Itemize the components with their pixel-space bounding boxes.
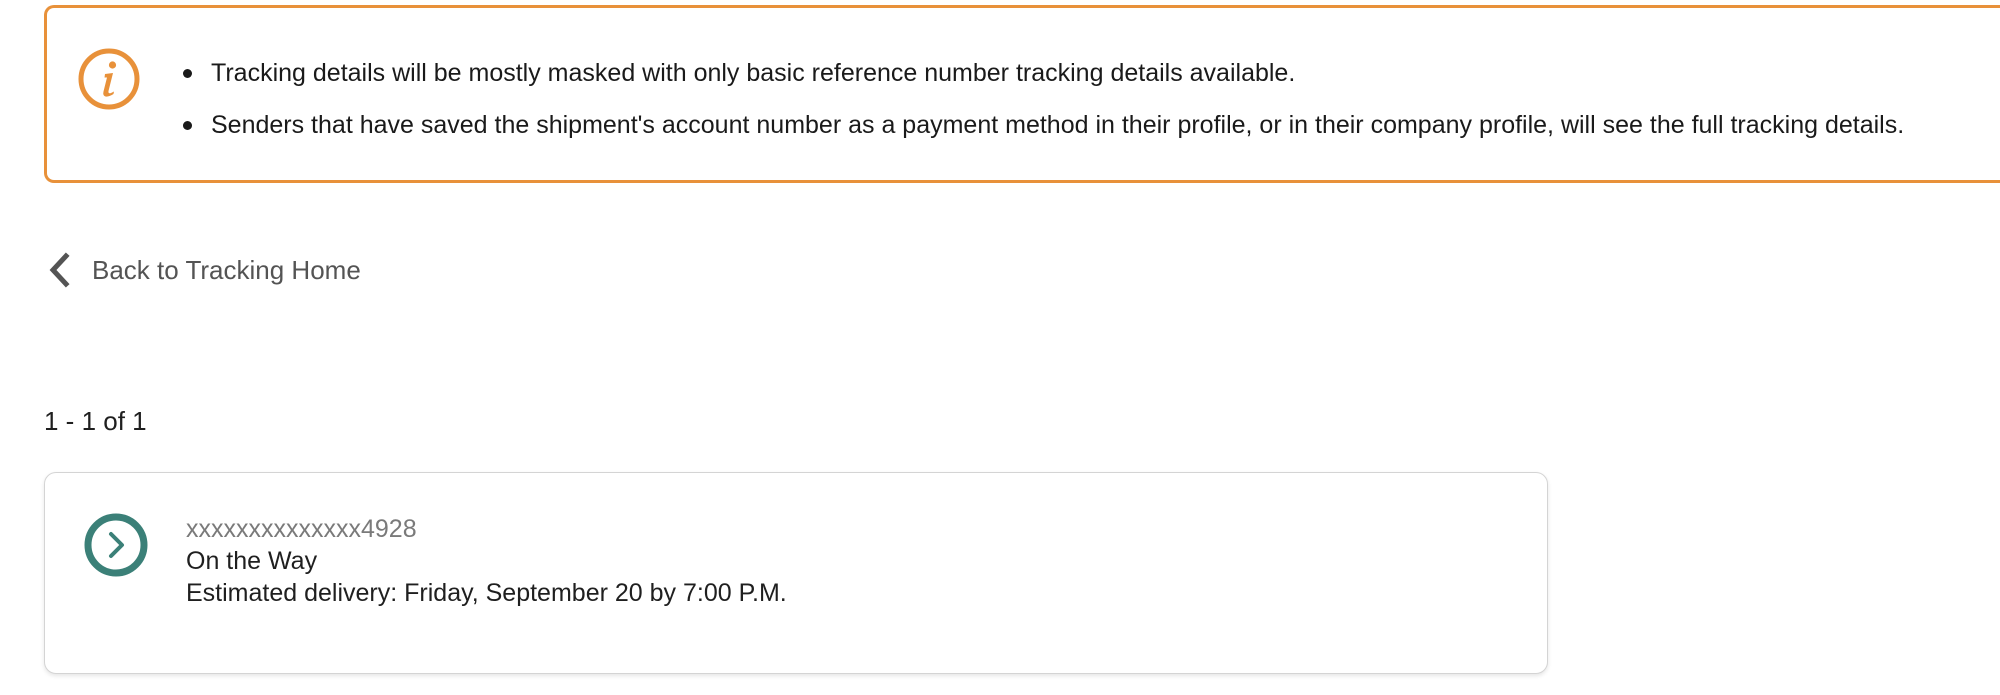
back-to-tracking-home-link[interactable]: Back to Tracking Home — [46, 250, 361, 290]
chevron-right-circle-icon[interactable] — [83, 512, 149, 578]
notice-item: Tracking details will be mostly masked w… — [183, 58, 1904, 88]
shipment-status: On the Way — [186, 547, 318, 575]
shipment-details: xxxxxxxxxxxxxx4928 On the Way Estimated … — [186, 513, 787, 609]
shipment-card[interactable]: xxxxxxxxxxxxxx4928 On the Way Estimated … — [44, 472, 1548, 674]
notice-item: Senders that have saved the shipment's a… — [183, 110, 1905, 140]
tracking-number: xxxxxxxxxxxxxx4928 — [186, 515, 417, 543]
results-count: 1 - 1 of 1 — [44, 406, 147, 436]
notice-item-text: Tracking details will be mostly masked w… — [211, 59, 1296, 87]
back-link-label: Back to Tracking Home — [92, 254, 361, 285]
chevron-left-icon — [49, 252, 70, 288]
notice-list: Tracking details will be mostly masked w… — [183, 58, 1905, 162]
estimated-delivery: Estimated delivery: Friday, September 20… — [186, 579, 787, 607]
info-notice: Tracking details will be mostly masked w… — [44, 5, 2000, 183]
tracking-page: Tracking details will be mostly masked w… — [0, 0, 2000, 695]
bullet-icon — [183, 121, 192, 130]
info-icon — [78, 48, 140, 110]
notice-item-text: Senders that have saved the shipment's a… — [211, 111, 1905, 139]
bullet-icon — [183, 69, 192, 78]
